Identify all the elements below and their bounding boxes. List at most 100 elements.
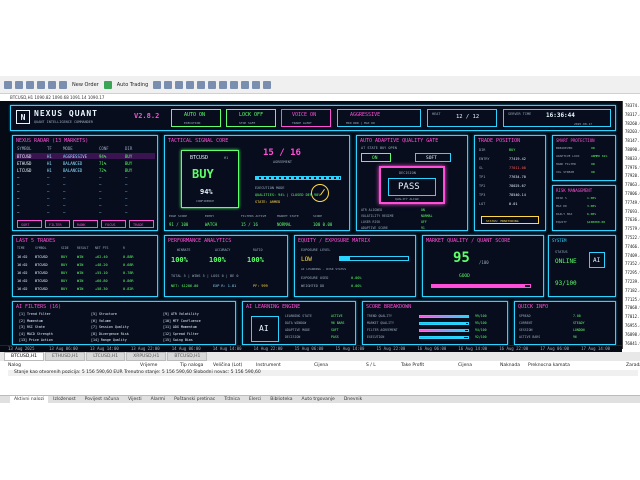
terminal-column-header[interactable]: Zarada — [626, 363, 640, 368]
radar-button-filter[interactable]: FILTER — [45, 220, 70, 228]
ai-filter-item[interactable]: [5] Structure — [91, 312, 117, 316]
terminal-column-header[interactable]: Cijena — [314, 363, 328, 368]
mode-selector[interactable]: AGGRESSIVE MIN RRR | MAX DD — [337, 109, 421, 127]
chart-shift-icon[interactable] — [230, 80, 239, 89]
symbol-tab[interactable]: LTCUSD,H1 — [86, 352, 126, 361]
radar-button-focus[interactable]: FOCUS — [101, 220, 126, 228]
radar-row[interactable]: BTCUSD H1 AGGRESSIVE 94% BUY — [15, 153, 155, 159]
terminal-column-header[interactable]: Naknada — [500, 363, 520, 368]
terminal-column-header[interactable]: Cijena — [458, 363, 472, 368]
radar-row[interactable]: — — — — — — [15, 195, 155, 201]
terminal-tab[interactable]: Alarmi — [147, 396, 170, 403]
voice-toggle-button[interactable]: VOICE ON TRADE ALERT — [281, 109, 331, 127]
terminal-icon[interactable] — [48, 80, 56, 89]
terminal-column-header[interactable]: Vrijeme — [140, 363, 157, 368]
ai-filter-item[interactable]: [4] MACD Strength — [19, 332, 53, 336]
market-watch-icon[interactable] — [26, 80, 34, 89]
terminal-column-header[interactable]: Nalog — [8, 363, 21, 368]
indicators-icon[interactable] — [241, 80, 250, 89]
symbol-tab[interactable]: BTCUSD,H1 — [167, 352, 208, 361]
last-trade-cell: 0.86R — [123, 279, 134, 283]
templates-icon[interactable] — [263, 80, 272, 89]
price-tick: 77636.43 — [625, 217, 640, 223]
ai-filter-item[interactable]: [6] Volume — [91, 319, 111, 323]
chart-candle-icon[interactable] — [164, 80, 173, 89]
ai-engine-title: AI LEARNING ENGINE — [246, 304, 301, 310]
ai-filter-item[interactable]: [2] Momentum — [19, 319, 43, 323]
ai-filter-item[interactable]: [15] Swing Bias — [163, 338, 193, 342]
zoom-in-icon[interactable] — [186, 80, 195, 89]
risk-value: 6.00% — [587, 212, 597, 216]
terminal-column-header[interactable]: Instrument — [256, 363, 281, 368]
terminal-tab[interactable]: Vijesti — [124, 396, 146, 403]
lock-toggle-button[interactable]: LOCK OFF STOP SAFE — [226, 109, 276, 127]
new-order-button[interactable]: New Order — [70, 82, 101, 88]
periods-icon[interactable] — [252, 80, 261, 89]
terminal-tab[interactable]: Dnevnik — [340, 396, 366, 403]
radar-row[interactable]: LTCUSD H1 BALANCED 72% BUY — [15, 167, 155, 173]
last-trade-row[interactable]: 16:02 BTCUSD BUY WIN +60.80 0.86R — [13, 278, 157, 285]
radar-row[interactable]: — — — — — — [15, 209, 155, 215]
radar-cell-tf: — — [47, 182, 50, 187]
symbol-tab[interactable]: BTCUSD,H1 — [4, 352, 45, 361]
radar-row[interactable]: — — — — — — [15, 174, 155, 180]
ai-filter-item[interactable]: [12] Spread Filter — [163, 332, 199, 336]
radar-row[interactable]: — — — — — — [15, 181, 155, 187]
chart-bar-icon[interactable] — [153, 80, 162, 89]
terminal-tab[interactable]: Poštanski pretinac — [170, 396, 219, 403]
terminal-tab[interactable]: Izloženost — [49, 396, 80, 403]
terminal-tab[interactable]: Elerci — [245, 396, 265, 403]
zoom-out-icon[interactable] — [197, 80, 206, 89]
last-trade-row[interactable]: 16:02 BTCUSD BUY WIN +55.10 0.78R — [13, 270, 157, 277]
radar-col-conf: CONF — [99, 146, 109, 151]
ai-filter-item[interactable]: [10] MTF Confluence — [163, 319, 201, 323]
last-trade-row[interactable]: 16:02 BTCUSD BUY WIN +62.40 0.88R — [13, 254, 157, 261]
new-chart-icon[interactable] — [4, 80, 12, 89]
price-tick: 77806.68 — [625, 191, 640, 196]
gate-on-badge[interactable]: ON — [361, 153, 391, 162]
terminal-column-header[interactable]: Veličina (Lot) — [213, 363, 242, 368]
autoscroll-icon[interactable] — [219, 80, 228, 89]
terminal-column-header[interactable]: S / L — [366, 363, 376, 368]
chart-area[interactable]: N NEXUS QUANT QUANT INTELLIGENCE COMMAND… — [0, 101, 622, 349]
last-trade-row[interactable]: 16:02 BTCUSD BUY WIN +58.30 0.82R — [13, 286, 157, 293]
gate-stat-value: NORMAL — [421, 214, 433, 218]
last-trade-row[interactable]: 16:02 BTCUSD BUY WIN +48.20 0.68R — [13, 262, 157, 269]
ai-filter-item[interactable]: [7] Session Quality — [91, 325, 129, 329]
ai-filter-item[interactable]: [14] Range Quality — [91, 338, 127, 342]
terminal-tab[interactable]: Aktivni nalozi — [10, 396, 49, 403]
symbol-tab[interactable]: ETHUSD,H1 — [45, 352, 86, 361]
chart-line-icon[interactable] — [175, 80, 184, 89]
radar-row[interactable]: ETHUSD H1 BALANCED 71% BUY — [15, 160, 155, 166]
terminal-balance-row[interactable]: Stanje kao otvorenih pozicija: 5 156 590… — [8, 370, 638, 376]
terminal-tab[interactable]: Povijest računa — [81, 396, 123, 403]
app-version: V2.8.2 — [134, 112, 160, 120]
ai-filter-item[interactable]: [13] Price Action — [19, 338, 53, 342]
radar-row[interactable]: — — — — — — [15, 202, 155, 208]
symbol-tab[interactable]: XRPUSD,H1 — [126, 352, 167, 361]
terminal-tab[interactable]: Auto trgovanje — [298, 396, 339, 403]
ai-filter-item[interactable]: [11] ADX Momentum — [163, 325, 197, 329]
navigator-icon[interactable] — [37, 80, 45, 89]
ai-filter-item[interactable]: [1] Trend Filter — [19, 312, 51, 316]
ai-filter-item[interactable]: [9] ATR Volatility — [163, 312, 199, 316]
system-ai-chip: AI — [589, 252, 605, 268]
gate-soft-badge[interactable]: SOFT — [415, 153, 451, 162]
terminal-column-header[interactable]: Take Profit — [401, 363, 424, 368]
signal-footer-value: 91 / 100 — [169, 222, 189, 227]
auto-trading-button[interactable]: Auto Trading — [115, 82, 151, 88]
ai-filter-item[interactable]: [8] Divergence Risk — [91, 332, 129, 336]
terminal-column-header[interactable]: Preknocna kamata — [528, 363, 570, 368]
radar-button-rank[interactable]: RANK — [73, 220, 98, 228]
tile-windows-icon[interactable] — [208, 80, 217, 89]
terminal-tab[interactable]: Biblioteka — [266, 396, 296, 403]
radar-button-sort[interactable]: SORT — [17, 220, 42, 228]
strategy-tester-icon[interactable] — [59, 80, 67, 89]
radar-button-trade[interactable]: TRADE — [129, 220, 154, 228]
radar-row[interactable]: — — — — — — [15, 188, 155, 194]
auto-toggle-button[interactable]: AUTO ON EXECUTION — [171, 109, 221, 127]
terminal-column-header[interactable]: Tip naloga — [180, 363, 203, 368]
profiles-icon[interactable] — [15, 80, 23, 89]
terminal-tab[interactable]: Tržnica — [220, 396, 244, 403]
ai-filter-item[interactable]: [3] RSI State — [19, 325, 45, 329]
